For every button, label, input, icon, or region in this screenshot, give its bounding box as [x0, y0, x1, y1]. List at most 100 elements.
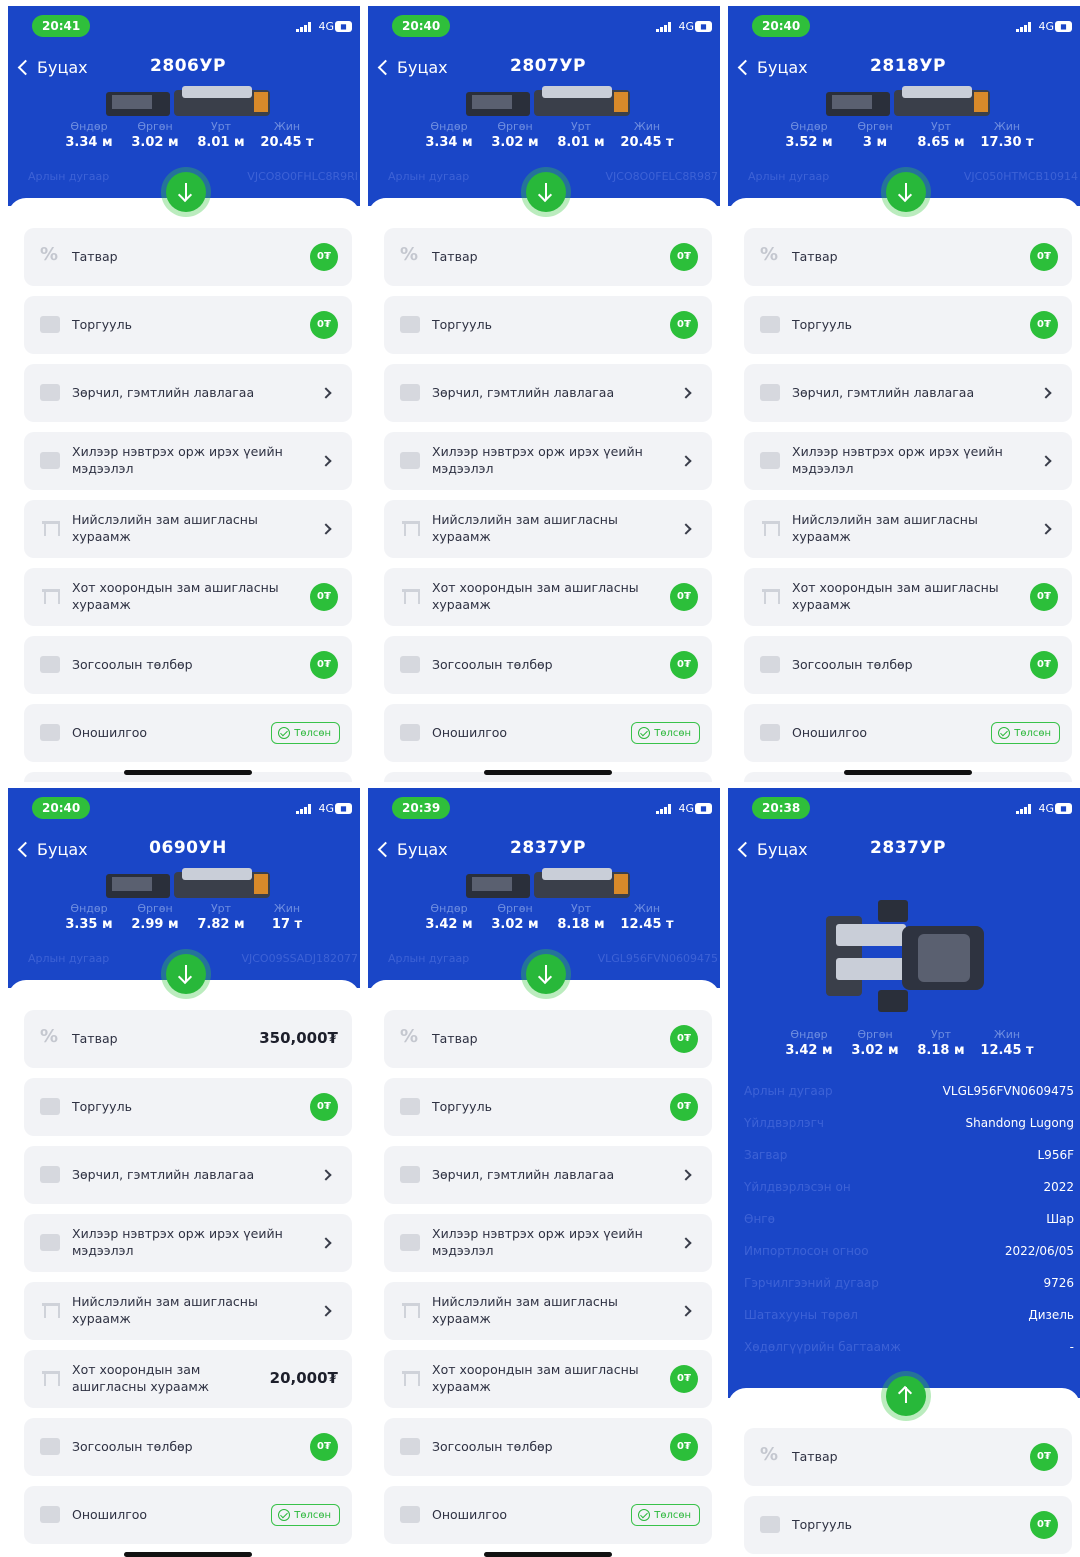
battery-icon: ◼ [335, 21, 352, 32]
info-row-model: Загвар L956F [744, 1148, 1074, 1162]
vehicle-header-expanded: 20:38 4G ◼ Буцах 2837УР Өндөр 3.42 м Өргө… [728, 788, 1080, 1398]
back-button[interactable]: Буцах [16, 840, 88, 859]
fines-card[interactable]: Торгууль 0₮ [384, 1078, 712, 1136]
zero-badge: 0₮ [310, 651, 338, 679]
violation-card[interactable]: Зөрчил, гэмтлийн лавлагаа [384, 364, 712, 422]
network-label: 4G [1038, 802, 1054, 815]
parking-card[interactable]: Зогсоолын төлбөр 0₮ [24, 636, 352, 694]
violation-card[interactable]: Зөрчил, гэмтлийн лавлагаа [24, 364, 352, 422]
road-icon [40, 587, 60, 604]
diagnostics-card[interactable]: Оношилгоо Төлсөн [24, 704, 352, 762]
border-icon [40, 1234, 60, 1251]
expand-button[interactable] [526, 954, 566, 994]
collapse-button[interactable] [886, 1376, 926, 1416]
city-road-card[interactable]: Нийслэлийн зам ашигласны хураамж [744, 500, 1072, 558]
border-card[interactable]: Хилээр нэвтрэх орж ирэх үеийн мэдээлэл [24, 432, 352, 490]
diagnostics-card[interactable]: Оношилгоо Төлсөн [384, 704, 712, 762]
city-road-card[interactable]: Нийслэлийн зам ашигласны хураамж [384, 500, 712, 558]
intercity-road-card[interactable]: Хот хоорондын зам ашигласны хураамж 20,00… [24, 1350, 352, 1408]
network-label: 4G [1038, 20, 1054, 33]
city-road-card[interactable]: Нийслэлийн зам ашигласны хураамж [24, 500, 352, 558]
signal-icon [656, 804, 672, 814]
tax-card[interactable]: % Татвар 0₮ [744, 228, 1072, 286]
border-card[interactable]: Хилээр нэвтрэх орж ирэх үеийн мэдээлэл [384, 432, 712, 490]
arrow-down-icon [177, 969, 193, 985]
border-card[interactable]: Хилээр нэвтрэх орж ирэх үеийн мэдээлэл [24, 1214, 352, 1272]
parking-card[interactable]: Зогсоолын төлбөр 0₮ [384, 636, 712, 694]
parking-icon [40, 656, 60, 673]
parking-card[interactable]: Зогсоолын төлбөр 0₮ [24, 1418, 352, 1476]
tax-card[interactable]: % Татвар 350,000₮ [24, 1010, 352, 1068]
diagnostics-icon [400, 1506, 420, 1523]
violation-card[interactable]: Зөрчил, гэмтлийн лавлагаа [384, 1146, 712, 1204]
home-indicator [484, 770, 612, 775]
back-button[interactable]: Буцах [736, 58, 808, 77]
expand-button[interactable] [166, 954, 206, 994]
intercity-road-card[interactable]: Хот хоорондын зам ашигласны хураамж 0₮ [744, 568, 1072, 626]
info-row-fuel: Шатахууны төрөл Дизель [744, 1308, 1074, 1322]
fines-card[interactable]: Торгууль 0₮ [24, 1078, 352, 1136]
city-road-card[interactable]: Нийслэлийн зам ашигласны хураамж [24, 1282, 352, 1340]
chevron-right-icon [320, 523, 332, 535]
diagnostics-card[interactable]: Оношилгоо Төлсөн [744, 704, 1072, 762]
back-button[interactable]: Буцах [376, 840, 448, 859]
document-icon [760, 1516, 780, 1533]
parking-card[interactable]: Зогсоолын төлбөр 0₮ [744, 636, 1072, 694]
intercity-road-card[interactable]: Хот хоорондын зам ашигласны хураамж 0₮ [384, 568, 712, 626]
home-indicator [124, 770, 252, 775]
parking-icon [400, 656, 420, 673]
chevron-right-icon [1040, 387, 1052, 399]
vehicle-top-image [826, 900, 984, 1012]
arrow-down-icon [537, 969, 553, 985]
violation-card[interactable]: Зөрчил, гэмтлийн лавлагаа [24, 1146, 352, 1204]
check-icon [278, 727, 291, 739]
status-time: 20:38 [752, 797, 811, 819]
phone-screen-2: 20:40 4G ◼ Буцах 2807УР Өндөр 3.34 м Өргө… [368, 6, 720, 782]
service-list: % Татвар 0₮ Торгууль 0₮ Зөрчил, гэмтлийн ла… [368, 198, 720, 782]
diagnostics-card[interactable]: Оношилгоо Төлсөн [384, 1486, 712, 1544]
fines-card[interactable]: Торгууль 0₮ [24, 296, 352, 354]
info-row-color: Өнгө Шар [744, 1212, 1074, 1226]
tax-card[interactable]: % Татвар 0₮ [744, 1428, 1072, 1486]
intercity-road-card[interactable]: Хот хоорондын зам ашигласны хураамж 0₮ [24, 568, 352, 626]
paid-badge: Төлсөн [631, 1504, 700, 1526]
vehicle-image [106, 868, 270, 898]
zero-badge: 0₮ [1030, 243, 1058, 271]
violation-card[interactable]: Зөрчил, гэмтлийн лавлагаа [744, 364, 1072, 422]
plate-number: 2807УР [510, 56, 586, 76]
back-label: Буцах [37, 840, 88, 859]
diagnostics-card[interactable]: Оношилгоо Төлсөн [24, 1486, 352, 1544]
back-label: Буцах [757, 58, 808, 77]
chevron-right-icon [320, 1237, 332, 1249]
expand-button[interactable] [166, 172, 206, 212]
expand-button[interactable] [886, 172, 926, 212]
tax-card[interactable]: % Татвар 0₮ [384, 1010, 712, 1068]
city-road-card[interactable]: Нийслэлийн зам ашигласны хураамж [384, 1282, 712, 1340]
zero-badge: 0₮ [670, 583, 698, 611]
vehicle-image [106, 86, 270, 116]
back-button[interactable]: Буцах [736, 840, 808, 859]
percent-icon: % [760, 1444, 779, 1465]
border-card[interactable]: Хилээр нэвтрэх орж ирэх үеийн мэдээлэл [384, 1214, 712, 1272]
fines-card[interactable]: Торгууль 0₮ [744, 1496, 1072, 1554]
service-list: % Татвар 350,000₮ Торгууль 0₮ Зөрчил, гэмтл… [8, 980, 360, 1557]
fines-card[interactable]: Торгууль 0₮ [384, 296, 712, 354]
back-button[interactable]: Буцах [16, 58, 88, 77]
intercity-road-card[interactable]: Хот хоорондын зам ашигласны хураамж 0₮ [384, 1350, 712, 1408]
vehicle-image [826, 86, 990, 116]
fines-card[interactable]: Торгууль 0₮ [744, 296, 1072, 354]
phone-screen-1: 20:41 4G ◼ Буцах 2806УР Өндөр 3.34 м Өргө… [8, 6, 360, 782]
phone-screen-6-detail: 20:38 4G ◼ Буцах 2837УР Өндөр 3.42 м Өргө… [728, 788, 1080, 1557]
status-time: 20:39 [392, 797, 451, 819]
zero-badge: 0₮ [1030, 583, 1058, 611]
weight-stat: Жин 17 т [271, 902, 303, 932]
expand-button[interactable] [526, 172, 566, 212]
tax-card[interactable]: % Татвар 0₮ [24, 228, 352, 286]
border-card[interactable]: Хилээр нэвтрэх орж ирэх үеийн мэдээлэл [744, 432, 1072, 490]
status-bar: 20:40 4G ◼ [728, 6, 1080, 46]
parking-card[interactable]: Зогсоолын төлбөр 0₮ [384, 1418, 712, 1476]
tax-card[interactable]: % Татвар 0₮ [384, 228, 712, 286]
back-button[interactable]: Буцах [376, 58, 448, 77]
status-time: 20:40 [752, 15, 811, 37]
plate-number: 2837УР [870, 838, 946, 858]
